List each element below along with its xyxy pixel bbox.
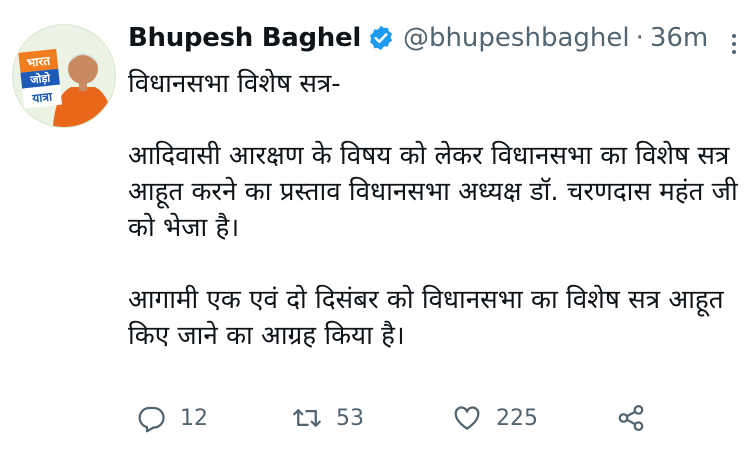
reply-icon — [138, 406, 165, 433]
share-button[interactable] — [616, 396, 646, 440]
author-name[interactable]: Bhupesh Baghel — [128, 18, 361, 58]
more-options-icon[interactable] — [732, 34, 736, 54]
tweet-header: Bhupesh Baghel @bhupeshbaghel · 36m — [128, 18, 708, 58]
heart-icon — [454, 406, 480, 430]
retweet-icon — [293, 409, 321, 427]
tweet-actions: 12 53 225 — [136, 396, 696, 440]
svg-text:यात्रा: यात्रा — [31, 89, 54, 105]
svg-text:भारत: भारत — [26, 53, 52, 69]
retweet-button[interactable]: 53 — [292, 396, 364, 440]
retweet-count: 53 — [336, 405, 364, 431]
avatar-image: भारत जोड़ो यात्रा — [13, 25, 115, 127]
svg-text:जोड़ो: जोड़ो — [29, 71, 52, 87]
like-button[interactable]: 225 — [452, 396, 538, 440]
reply-button[interactable]: 12 — [136, 396, 208, 440]
separator-dot: · — [635, 23, 644, 53]
like-count: 225 — [496, 405, 538, 431]
author-handle[interactable]: @bhupeshbaghel — [403, 18, 630, 58]
verified-badge-icon — [367, 24, 395, 52]
reply-count: 12 — [180, 405, 208, 431]
avatar[interactable]: भारत जोड़ो यात्रा — [12, 24, 116, 128]
share-icon — [618, 405, 644, 431]
timestamp[interactable]: 36m — [650, 18, 708, 58]
tweet-text: विधानसभा विशेष सत्र- आदिवासी आरक्षण के व… — [128, 69, 738, 351]
tweet-card[interactable]: भारत जोड़ो यात्रा Bhupesh Baghel @bhupes… — [0, 0, 750, 450]
